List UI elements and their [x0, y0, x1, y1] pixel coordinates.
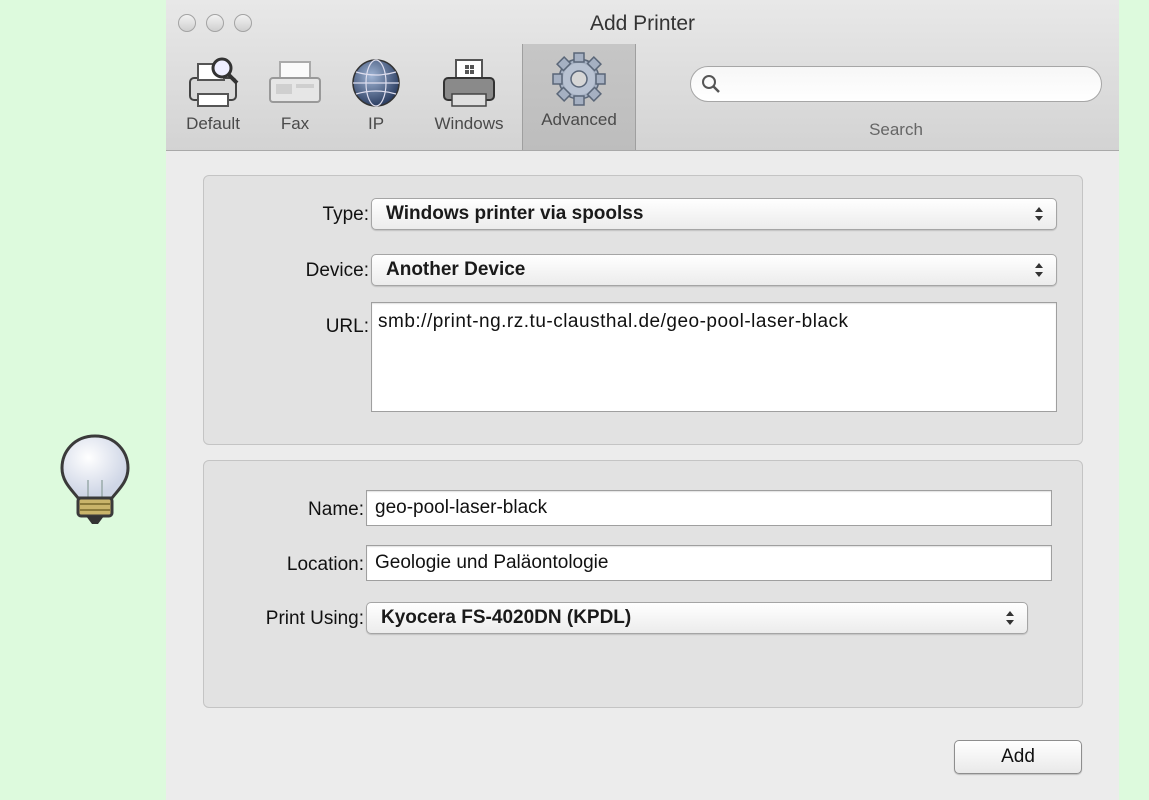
print-using-label: Print Using:: [265, 608, 364, 629]
print-using-popup[interactable]: Kyocera FS-4020DN (KPDL): [366, 602, 1028, 634]
fax-icon: [269, 61, 321, 103]
device-label: Device:: [305, 260, 369, 281]
tool-default[interactable]: Default: [180, 56, 246, 148]
location-field[interactable]: [366, 545, 1052, 581]
printer-magnifier-icon: [189, 57, 239, 107]
name-field[interactable]: [366, 490, 1052, 526]
tool-fax[interactable]: Fax: [266, 56, 324, 148]
connection-settings-box: Type: Windows printer via spoolss Device…: [203, 175, 1083, 445]
type-popup[interactable]: Windows printer via spoolss: [371, 198, 1057, 230]
search-label: Search: [869, 120, 923, 139]
window-title: Add Printer: [589, 12, 696, 35]
name-input[interactable]: [367, 491, 1051, 525]
add-printer-window: Add Printer Default Fax IP Windows Advan…: [166, 0, 1119, 800]
gear-icon: [552, 52, 606, 106]
search-icon: [702, 75, 720, 93]
add-button[interactable]: Add: [954, 740, 1082, 774]
print-using-value: Kyocera FS-4020DN (KPDL): [381, 607, 632, 628]
url-field[interactable]: smb://print-ng.rz.tu-clausthal.de/geo-po…: [371, 302, 1057, 412]
tool-windows[interactable]: Windows: [426, 56, 512, 148]
windows-printer-icon: [443, 59, 495, 107]
device-value: Another Device: [386, 259, 526, 280]
tool-ip[interactable]: IP: [346, 56, 406, 148]
search-field[interactable]: [690, 66, 1102, 102]
updown-arrows-icon: [1035, 263, 1043, 277]
updown-arrows-icon: [1035, 207, 1043, 221]
toolbar: Add Printer Default Fax IP Windows Advan…: [166, 0, 1119, 151]
url-label: URL:: [325, 316, 369, 337]
device-popup[interactable]: Another Device: [371, 254, 1057, 286]
type-label: Type:: [322, 204, 369, 225]
tool-advanced[interactable]: Advanced: [522, 44, 636, 150]
lightbulb-icon: [60, 434, 130, 524]
location-label: Location:: [286, 554, 364, 575]
globe-icon: [352, 59, 400, 107]
name-label: Name:: [308, 499, 364, 520]
printer-info-box: Name: Location: Print Using: Kyocera FS-…: [203, 460, 1083, 708]
updown-arrows-icon: [1006, 611, 1014, 625]
location-input[interactable]: [367, 546, 1051, 580]
type-value: Windows printer via spoolss: [386, 203, 644, 224]
search-input[interactable]: [729, 71, 1093, 99]
url-input[interactable]: smb://print-ng.rz.tu-clausthal.de/geo-po…: [372, 303, 1056, 411]
